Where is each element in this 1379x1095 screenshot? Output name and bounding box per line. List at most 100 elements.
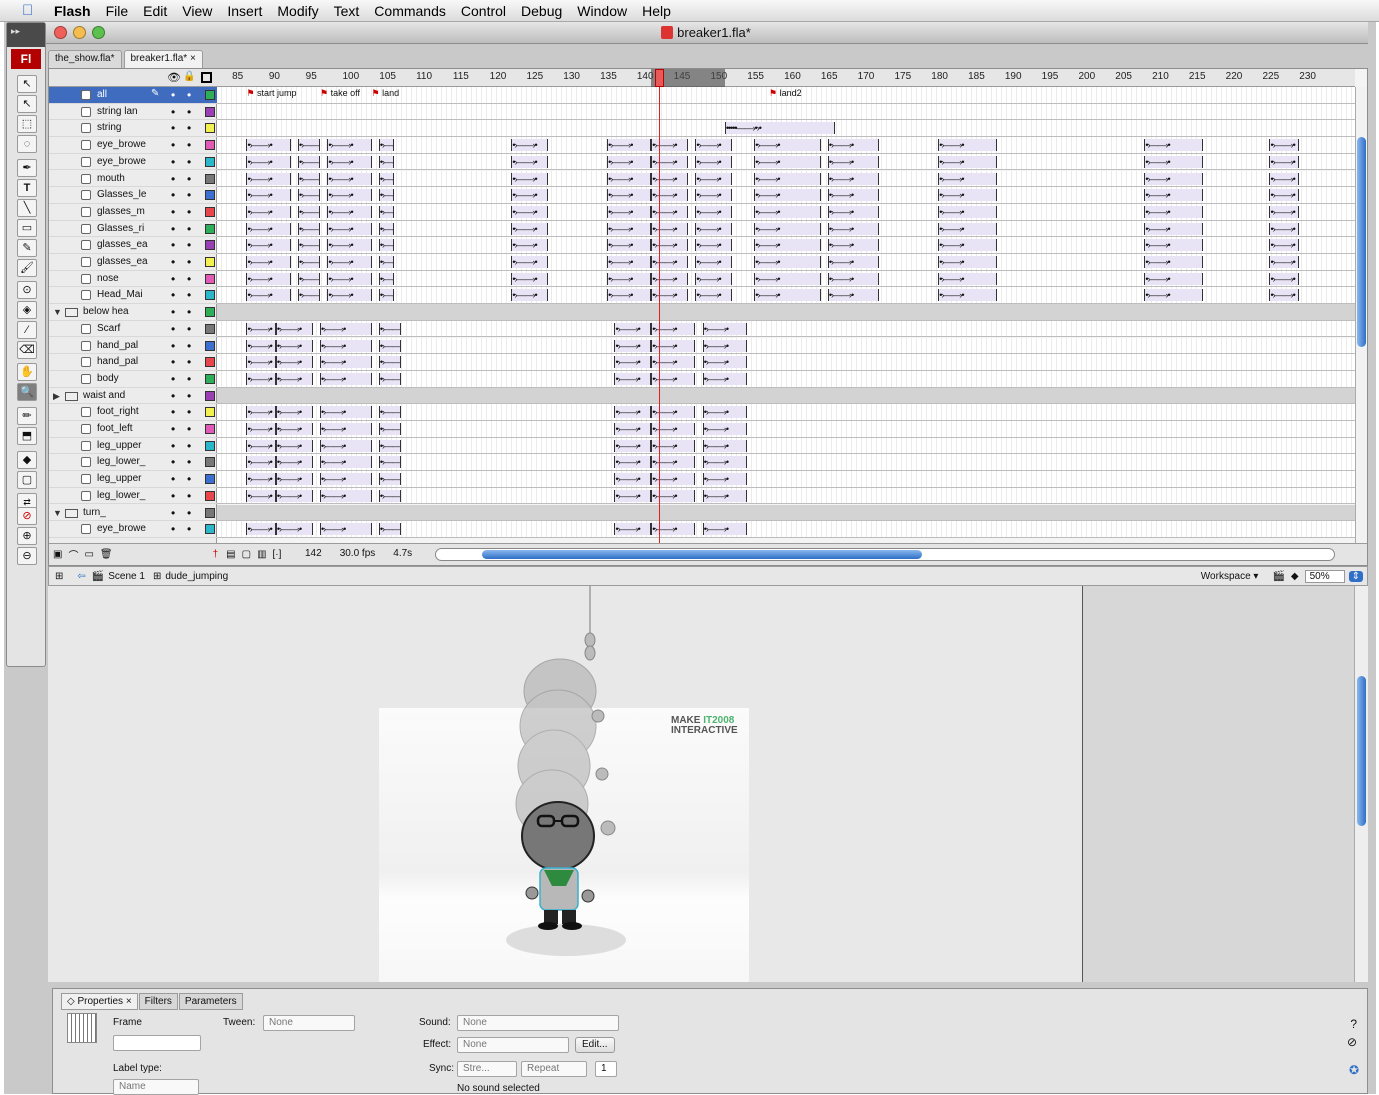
frames-grid[interactable]: 8590951001051101151201251301351401451501… bbox=[217, 69, 1355, 565]
frame-row[interactable]: ⚑ start jump ⚑ take off ⚑ land ⚑ land2 bbox=[217, 87, 1355, 104]
motion-tween-span[interactable]: •›——›• bbox=[297, 239, 321, 252]
layer-name[interactable]: leg_lower_ bbox=[97, 456, 145, 467]
motion-tween-span[interactable]: •›——›• bbox=[511, 256, 549, 268]
motion-tween-span[interactable]: •›——›• bbox=[1144, 272, 1204, 285]
frame-row[interactable]: •›——›••›——›••›——›••›——›••›——›••›——›••›——… bbox=[217, 320, 1355, 338]
motion-tween-span[interactable]: •›——›• bbox=[695, 289, 733, 302]
menu-text[interactable]: Text bbox=[334, 3, 360, 19]
motion-tween-span[interactable]: •›——›• bbox=[938, 189, 998, 202]
layer-lock-toggle[interactable]: • bbox=[187, 155, 191, 169]
menu-commands[interactable]: Commands bbox=[374, 3, 446, 19]
motion-tween-span[interactable]: •›——›• bbox=[320, 439, 372, 452]
motion-tween-span[interactable]: •›——›• bbox=[246, 356, 276, 369]
motion-tween-span[interactable]: •›——›• bbox=[297, 256, 321, 268]
frame-row[interactable]: •›——›••›——›••›——›••›——›••›——›••›——›••›——… bbox=[217, 421, 1355, 438]
motion-tween-span[interactable]: •›——›• bbox=[327, 239, 372, 252]
motion-tween-span[interactable]: •›——›• bbox=[1144, 289, 1204, 302]
motion-tween-span[interactable]: •›——›• bbox=[246, 139, 291, 152]
motion-tween-span[interactable]: •›——›• bbox=[246, 372, 276, 385]
layer-visibility-toggle[interactable]: • bbox=[171, 238, 175, 252]
motion-tween-span[interactable]: •›——›• bbox=[275, 473, 313, 486]
layer-name[interactable]: turn_ bbox=[83, 507, 106, 518]
layer-row[interactable]: ▼ turn_ • • bbox=[49, 505, 217, 522]
menu-view[interactable]: View bbox=[182, 3, 212, 19]
edit-symbols-icon[interactable]: ◆ bbox=[1291, 571, 1299, 582]
motion-tween-span[interactable]: •›——›• bbox=[275, 356, 313, 369]
frame-row[interactable]: •›——›••›——›••›——›••›——›••›——›••›——›••›——… bbox=[217, 220, 1355, 238]
motion-tween-span[interactable]: •›——›• bbox=[1269, 172, 1299, 185]
motion-tween-span[interactable]: •›——›• bbox=[327, 272, 372, 285]
layer-visibility-toggle[interactable]: • bbox=[171, 372, 175, 386]
frame-row[interactable]: •›——›••›——›••›——›••›——›••›——›••›——›••›——… bbox=[217, 170, 1355, 188]
layer-visibility-toggle[interactable]: • bbox=[171, 305, 175, 319]
motion-tween-span[interactable]: •›——›• bbox=[246, 272, 291, 285]
motion-tween-span[interactable]: •›——›• bbox=[607, 289, 652, 302]
frame-row[interactable]: •›——›••›——›••›——›••›——›••›——›••›——›••›——… bbox=[217, 137, 1355, 154]
frame-row[interactable]: •›——›••›——›••›——›••›——›••›——›••›——›••›——… bbox=[217, 287, 1355, 305]
layer-name[interactable]: glasses_m bbox=[97, 206, 145, 217]
new-folder-icon[interactable]: ▭ bbox=[84, 549, 93, 560]
frame-row[interactable]: •›——›••›——›••›——›••›——›••›——›••›——›••›——… bbox=[217, 437, 1355, 455]
layer-visibility-toggle[interactable]: • bbox=[171, 172, 175, 186]
motion-tween-span[interactable]: •›——›• bbox=[938, 155, 998, 168]
layer-name[interactable]: foot_right bbox=[97, 406, 139, 417]
motion-tween-span[interactable]: •›——›• bbox=[511, 222, 549, 235]
motion-tween-span[interactable]: •›——›• bbox=[754, 272, 821, 285]
motion-tween-span[interactable]: •›——›• bbox=[320, 356, 372, 369]
layer-outline-color-swatch[interactable] bbox=[205, 106, 215, 117]
layer-name[interactable]: eye_browe bbox=[97, 139, 146, 150]
motion-tween-span[interactable]: •›——›• bbox=[320, 489, 372, 502]
motion-tween-span[interactable]: •›——›• bbox=[607, 256, 652, 268]
frame-row[interactable]: •›——›••›——›••›——›••›——›••›——›••›——›••›——… bbox=[217, 187, 1355, 204]
layer-visibility-toggle[interactable]: • bbox=[171, 439, 175, 453]
stage-vertical-scrollbar[interactable] bbox=[1354, 586, 1368, 982]
motion-tween-span[interactable]: •›——›• bbox=[938, 239, 998, 252]
layer-row[interactable]: ▶ waist and • • bbox=[49, 388, 217, 405]
motion-tween-span[interactable]: •›——›• bbox=[246, 189, 291, 202]
layer-name[interactable]: hand_pal bbox=[97, 356, 138, 367]
playhead-line[interactable] bbox=[658, 69, 660, 545]
motion-tween-span[interactable]: •›——›• bbox=[1144, 205, 1204, 218]
layer-outline-color-swatch[interactable] bbox=[205, 323, 215, 334]
motion-tween-span[interactable]: •›——›• bbox=[754, 139, 821, 152]
motion-tween-span[interactable]: •›——›• bbox=[702, 339, 747, 352]
motion-tween-span[interactable]: •›——›• bbox=[297, 289, 321, 302]
layer-outline-color-swatch[interactable] bbox=[205, 206, 215, 217]
motion-tween-span[interactable]: •›——›• bbox=[702, 322, 747, 335]
frame-row[interactable]: •›——›••›——›••›——›••›——›••›——›••›——›••›——… bbox=[217, 370, 1355, 388]
edit-effect-button[interactable]: Edit... bbox=[575, 1037, 615, 1053]
motion-tween-span[interactable]: •›——›• bbox=[1144, 139, 1204, 152]
zoom-out-option-icon[interactable]: ⊖ bbox=[17, 547, 37, 565]
eraser-tool-icon[interactable]: ⌫ bbox=[17, 341, 37, 359]
layer-lock-toggle[interactable]: • bbox=[187, 255, 191, 269]
motion-tween-span[interactable]: •›——›• bbox=[327, 189, 372, 202]
tab-parameters[interactable]: Parameters bbox=[178, 993, 243, 1010]
motion-tween-span[interactable]: •›——›• bbox=[246, 222, 291, 235]
menu-modify[interactable]: Modify bbox=[277, 3, 318, 19]
eye-icon[interactable]: 👁 bbox=[167, 71, 181, 84]
motion-tween-span[interactable]: •›——›• bbox=[378, 239, 394, 252]
motion-tween-span[interactable]: •›——›• bbox=[827, 172, 880, 185]
layer-outline-color-swatch[interactable] bbox=[205, 524, 215, 535]
sound-select[interactable]: None bbox=[457, 1015, 619, 1031]
pen-tool-icon[interactable]: ✒ bbox=[17, 159, 37, 177]
zoom-window-button[interactable] bbox=[92, 26, 105, 39]
layer-name[interactable]: glasses_ea bbox=[97, 256, 148, 267]
motion-tween-span[interactable]: •›——›• bbox=[511, 139, 549, 152]
motion-tween-span[interactable]: •›——›• bbox=[246, 256, 291, 268]
motion-tween-span[interactable]: •›——›• bbox=[1269, 272, 1299, 285]
motion-tween-span[interactable]: •›——›• bbox=[1144, 239, 1204, 252]
motion-tween-span[interactable]: •›——›• bbox=[378, 423, 401, 435]
motion-tween-span[interactable]: •›——›• bbox=[275, 372, 313, 385]
tab-breaker1[interactable]: breaker1.fla* × bbox=[123, 50, 203, 68]
motion-tween-span[interactable]: •›——›• bbox=[275, 489, 313, 502]
layer-row[interactable]: glasses_m • • bbox=[49, 204, 217, 221]
layer-row[interactable]: eye_browe • • bbox=[49, 521, 217, 538]
layer-visibility-toggle[interactable]: • bbox=[171, 138, 175, 152]
motion-tween-span[interactable]: •›——›• bbox=[275, 439, 313, 452]
motion-tween-span[interactable]: •›——›• bbox=[246, 172, 291, 185]
layer-visibility-toggle[interactable]: • bbox=[171, 288, 175, 302]
layer-name[interactable]: leg_upper bbox=[97, 473, 141, 484]
layer-row[interactable]: foot_left • • bbox=[49, 421, 217, 438]
motion-tween-span[interactable]: •›——›• bbox=[938, 222, 998, 235]
